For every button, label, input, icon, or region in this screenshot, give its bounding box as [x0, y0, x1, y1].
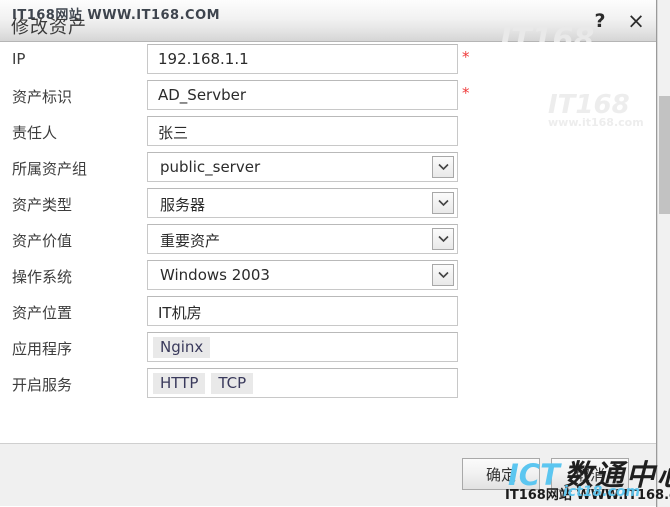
field-label-os: 操作系统	[12, 268, 73, 286]
asset-type-select[interactable]: 服务器	[147, 188, 458, 218]
form-row-asset-value: 资产价值 重要资产	[0, 222, 656, 258]
form-row-asset-type: 资产类型 服务器	[0, 186, 656, 222]
chevron-down-icon[interactable]	[432, 156, 454, 178]
os-select[interactable]: Windows 2003	[147, 260, 458, 290]
form-row-applications: 应用程序 Nginx	[0, 330, 656, 366]
location-input-value: IT机房	[158, 304, 202, 322]
scrollbar-thumb[interactable]	[659, 96, 670, 214]
field-label-asset-value: 资产价值	[12, 232, 73, 250]
required-marker-ip: *	[462, 48, 470, 66]
close-icon[interactable]: ×	[626, 10, 646, 32]
form-row-owner: 责任人 张三	[0, 114, 656, 150]
asset-value-select-value: 重要资产	[160, 232, 221, 250]
ip-input[interactable]: 192.168.1.1	[147, 44, 458, 74]
asset-value-select[interactable]: 重要资产	[147, 224, 458, 254]
location-input[interactable]: IT机房	[147, 296, 458, 326]
applications-tag-list: Nginx	[153, 337, 211, 358]
form-row-asset-id: 资产标识 AD_Servber *	[0, 78, 656, 114]
field-label-location: 资产位置	[12, 304, 73, 322]
form-row-services: 开启服务 HTTP TCP	[0, 366, 656, 402]
form-row-os: 操作系统 Windows 2003	[0, 258, 656, 294]
os-select-value: Windows 2003	[160, 266, 270, 284]
asset-edit-dialog-window: IT168网站 WWW.IT168.COM 修改资产 IT168 ? × IT1…	[0, 0, 670, 507]
form-row-asset-group: 所属资产组 public_server	[0, 150, 656, 186]
field-label-services: 开启服务	[12, 376, 73, 394]
asset-group-select-value: public_server	[160, 158, 261, 176]
services-tag-input[interactable]: HTTP TCP	[147, 368, 458, 398]
cancel-button[interactable]: 取消	[551, 458, 629, 490]
asset-edit-dialog: IT168网站 WWW.IT168.COM 修改资产 IT168 ? × IT1…	[0, 0, 657, 507]
tag-item[interactable]: Nginx	[153, 337, 211, 358]
vertical-scrollbar[interactable]	[657, 0, 670, 507]
chevron-down-icon[interactable]	[432, 264, 454, 286]
field-label-asset-id: 资产标识	[12, 88, 73, 106]
confirm-button[interactable]: 确定	[462, 458, 540, 490]
dialog-title: 修改资产	[11, 17, 87, 38]
tag-item[interactable]: HTTP	[153, 373, 206, 394]
field-label-owner: 责任人	[12, 124, 58, 142]
form-row-location: 资产位置 IT机房	[0, 294, 656, 330]
field-label-asset-type: 资产类型	[12, 196, 73, 214]
required-marker-asset-id: *	[462, 84, 470, 102]
asset-id-input[interactable]: AD_Servber	[147, 80, 458, 110]
help-icon[interactable]: ?	[590, 10, 610, 32]
dialog-titlebar: IT168网站 WWW.IT168.COM 修改资产 IT168 ? ×	[0, 0, 656, 56]
owner-input[interactable]: 张三	[147, 116, 458, 146]
field-label-applications: 应用程序	[12, 340, 73, 358]
tag-item[interactable]: TCP	[211, 373, 254, 394]
owner-input-value: 张三	[158, 124, 189, 142]
form-row-ip: IP 192.168.1.1 *	[0, 42, 656, 78]
chevron-down-icon[interactable]	[432, 192, 454, 214]
titlebar-buttons: ? ×	[590, 10, 646, 32]
asset-form: IT168 www.it168.com IP 192.168.1.1 * 资产标…	[0, 42, 656, 443]
asset-id-input-value: AD_Servber	[158, 86, 247, 104]
field-label-asset-group: 所属资产组	[12, 160, 88, 178]
services-tag-list: HTTP TCP	[153, 373, 254, 394]
field-label-ip: IP	[12, 50, 26, 68]
asset-group-select[interactable]: public_server	[147, 152, 458, 182]
applications-tag-input[interactable]: Nginx	[147, 332, 458, 362]
asset-type-select-value: 服务器	[160, 196, 206, 214]
dialog-footer: 确定 取消	[0, 443, 656, 506]
ip-input-value: 192.168.1.1	[158, 50, 249, 68]
chevron-down-icon[interactable]	[432, 228, 454, 250]
